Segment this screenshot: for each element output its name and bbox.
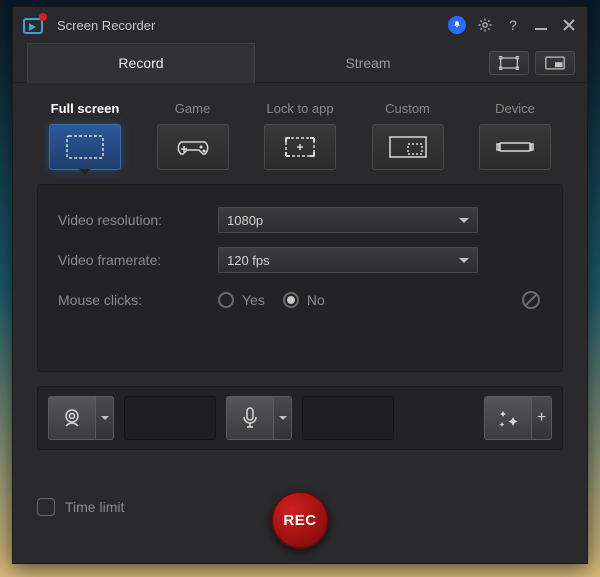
mode-label: Device — [495, 101, 535, 116]
webcam-preview-slot — [124, 396, 216, 440]
tab-label: Stream — [345, 55, 390, 71]
titlebar-actions: ? — [447, 15, 579, 35]
mouse-clicks-no[interactable]: No — [283, 292, 325, 308]
resolution-select[interactable]: 1080p — [218, 207, 478, 233]
device-icon — [479, 124, 551, 170]
mode-device[interactable]: Device — [479, 101, 551, 170]
resolution-label: Video resolution: — [58, 212, 218, 228]
framerate-select[interactable]: 120 fps — [218, 247, 478, 273]
webcam-group — [48, 396, 114, 440]
mode-fullscreen[interactable]: Full screen — [49, 101, 121, 170]
mode-label: Full screen — [51, 101, 120, 116]
mic-group — [226, 396, 292, 440]
radio-icon — [283, 292, 299, 308]
mode-label: Lock to app — [266, 101, 333, 116]
app-title: Screen Recorder — [57, 18, 439, 33]
mode-custom[interactable]: Custom — [372, 101, 444, 170]
time-limit-checkbox[interactable]: Time limit — [37, 498, 124, 516]
framerate-value: 120 fps — [227, 253, 270, 268]
fullscreen-icon — [49, 124, 121, 170]
mic-dropdown[interactable] — [274, 396, 292, 440]
help-icon[interactable]: ? — [503, 15, 523, 35]
resolution-value: 1080p — [227, 213, 263, 228]
minimize-icon[interactable] — [531, 15, 551, 35]
mode-label: Custom — [385, 101, 430, 116]
effects-button[interactable] — [484, 396, 532, 440]
record-label: REC — [283, 512, 316, 529]
mode-lock-to-app[interactable]: Lock to app — [264, 101, 336, 170]
app-logo-icon — [21, 11, 49, 39]
custom-icon — [372, 124, 444, 170]
mic-level-slot — [302, 396, 394, 440]
chevron-down-icon — [459, 258, 469, 268]
record-button[interactable]: REC — [271, 491, 329, 549]
tab-stream[interactable]: Stream — [255, 43, 481, 83]
chevron-down-icon — [101, 416, 109, 424]
mic-button[interactable] — [226, 396, 274, 440]
webcam-dropdown[interactable] — [96, 396, 114, 440]
framerate-label: Video framerate: — [58, 252, 218, 268]
add-overlay-button[interactable]: + — [532, 396, 552, 440]
tab-record[interactable]: Record — [27, 43, 255, 83]
time-limit-label: Time limit — [65, 499, 124, 515]
app-window: Screen Recorder ? Record Stream — [12, 6, 588, 564]
mode-game[interactable]: Game — [157, 101, 229, 170]
chevron-down-icon — [459, 218, 469, 228]
settings-gear-icon[interactable] — [475, 15, 495, 35]
titlebar: Screen Recorder ? — [13, 7, 587, 43]
preview-mode-button[interactable] — [489, 51, 529, 75]
tab-label: Record — [118, 55, 163, 71]
game-icon — [157, 124, 229, 170]
webcam-button[interactable] — [48, 396, 96, 440]
checkbox-icon — [37, 498, 55, 516]
mouse-clicks-yes[interactable]: Yes — [218, 292, 265, 308]
radio-icon — [218, 292, 234, 308]
close-icon[interactable] — [559, 15, 579, 35]
svg-text:?: ? — [509, 17, 517, 33]
pip-mode-button[interactable] — [535, 51, 575, 75]
radio-label: Yes — [242, 292, 265, 308]
sources-strip: + — [37, 386, 563, 450]
mouse-clicks-label: Mouse clicks: — [58, 292, 218, 308]
radio-label: No — [307, 292, 325, 308]
capture-settings-panel: Video resolution: 1080p Video framerate:… — [37, 184, 563, 372]
mode-label: Game — [175, 101, 210, 116]
disabled-icon — [520, 289, 542, 311]
notifications-icon[interactable] — [447, 15, 467, 35]
capture-modes: Full screen Game Lock to app Custom Devi… — [13, 83, 587, 170]
lock-app-icon — [264, 124, 336, 170]
tabs-row: Record Stream — [13, 43, 587, 83]
chevron-down-icon — [279, 416, 287, 424]
